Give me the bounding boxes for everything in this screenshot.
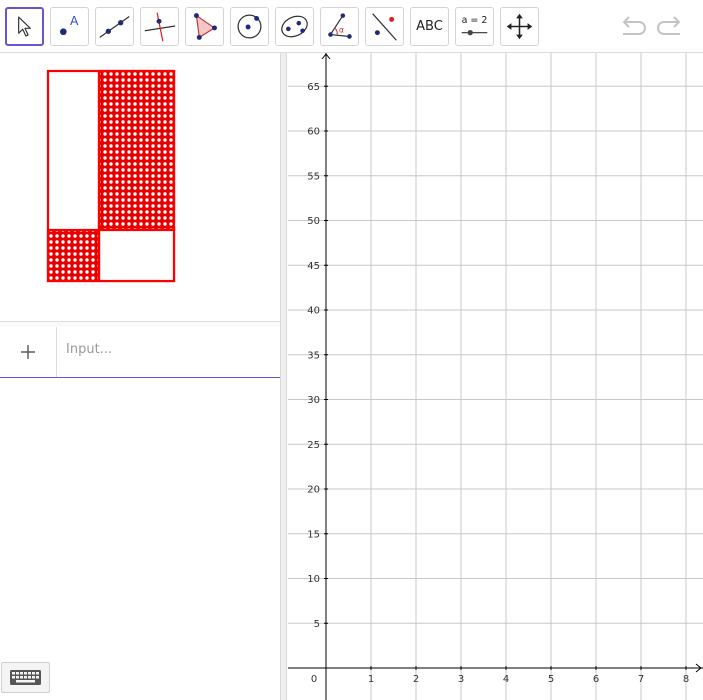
ellipse-icon xyxy=(281,15,308,38)
y-tick-label: 45 xyxy=(307,261,320,272)
move-arrows-icon xyxy=(506,13,533,40)
angle-tool-button[interactable]: α xyxy=(320,7,359,46)
algebra-panel: Input... xyxy=(0,53,280,700)
y-tick-label: 10 xyxy=(307,574,320,585)
toolbar: A α ABC a = 2 xyxy=(0,0,703,53)
move-graphics-view-tool-button[interactable] xyxy=(500,7,539,46)
panel-divider[interactable] xyxy=(280,53,287,700)
perpendicular-line-tool-button[interactable] xyxy=(140,7,179,46)
reflect-icon xyxy=(372,13,397,41)
x-tick-label: 5 xyxy=(548,674,554,685)
x-tick-label: 2 xyxy=(413,674,419,685)
y-tick-label: 35 xyxy=(307,350,320,361)
y-tick-label: 15 xyxy=(307,529,320,540)
y-tick-label: 40 xyxy=(307,306,320,317)
input-bar: Input... xyxy=(0,327,280,378)
ellipse-tool-button[interactable] xyxy=(275,7,314,46)
y-tick-label: 65 xyxy=(307,82,320,93)
x-tick-label: 4 xyxy=(503,674,509,685)
point-tool-label: A xyxy=(70,14,79,28)
hatched-rectangle-upper-right xyxy=(97,69,176,232)
circle-tool-button[interactable] xyxy=(230,7,269,46)
point-tool-button[interactable]: A xyxy=(50,7,89,46)
redo-button[interactable] xyxy=(654,12,686,40)
x-tick-label: 3 xyxy=(458,674,464,685)
empty-rectangle-lower-right xyxy=(97,228,176,283)
coordinate-grid: 12345678 5101520253035404550556065 0 xyxy=(288,53,703,700)
point-icon: A xyxy=(60,14,79,36)
y-tick-label: 60 xyxy=(307,127,320,138)
angle-tool-label: α xyxy=(339,26,344,35)
shape-preview xyxy=(0,53,280,321)
perpendicular-line-icon xyxy=(144,12,176,42)
slider-tool-label: a = 2 xyxy=(462,15,488,26)
redo-icon xyxy=(657,16,681,35)
move-tool-button[interactable] xyxy=(5,7,44,46)
text-tool-label: ABC xyxy=(416,19,443,34)
input-field[interactable]: Input... xyxy=(66,342,112,357)
polygon-tool-button[interactable] xyxy=(185,7,224,46)
x-tick-label: 1 xyxy=(368,674,374,685)
keyboard-icon xyxy=(10,670,41,685)
line-icon xyxy=(99,16,130,38)
geogebra-app: A α ABC a = 2 Input... 1 2 3 4 5 6 7 8 5… xyxy=(0,0,703,700)
add-button[interactable] xyxy=(0,327,57,377)
angle-icon: α xyxy=(328,13,352,39)
y-tick-label: 30 xyxy=(307,395,320,406)
y-tick-label: 25 xyxy=(307,440,320,451)
undo-button[interactable] xyxy=(617,12,649,40)
x-tick-label: 7 xyxy=(638,674,644,685)
hatched-rectangle-lower-left xyxy=(46,228,101,283)
reflect-tool-button[interactable] xyxy=(365,7,404,46)
grid-lines xyxy=(288,53,703,700)
polygon-icon xyxy=(193,13,217,40)
x-axis-tick-labels: 1 2 3 4 5 6 7 8 xyxy=(368,674,689,685)
y-tick-label: 50 xyxy=(307,216,320,227)
y-tick-label: 55 xyxy=(307,171,320,182)
slider-tool-button[interactable]: a = 2 xyxy=(455,7,494,46)
rectangle-drawing xyxy=(46,69,176,283)
circle-icon xyxy=(237,14,262,39)
line-tool-button[interactable] xyxy=(95,7,134,46)
plus-icon xyxy=(21,345,35,359)
origin-label: 0 xyxy=(311,674,317,685)
undo-icon xyxy=(622,16,646,35)
y-tick-label: 5 xyxy=(314,619,320,630)
y-axis-tick-labels: 5 10 15 20 25 30 35 40 45 50 55 60 65 xyxy=(307,82,320,630)
keyboard-button[interactable] xyxy=(1,662,50,693)
slider-icon: a = 2 xyxy=(462,15,488,36)
x-tick-label: 8 xyxy=(683,674,689,685)
x-tick-label: 6 xyxy=(593,674,599,685)
text-tool-button[interactable]: ABC xyxy=(410,7,449,46)
arrow-cursor-icon xyxy=(18,16,31,37)
graphics-view[interactable]: 12345678 5 10 15 20 25 30 35 40 45 50 55 60 65 0 xyxy=(288,53,703,700)
y-tick-label: 20 xyxy=(307,485,320,496)
